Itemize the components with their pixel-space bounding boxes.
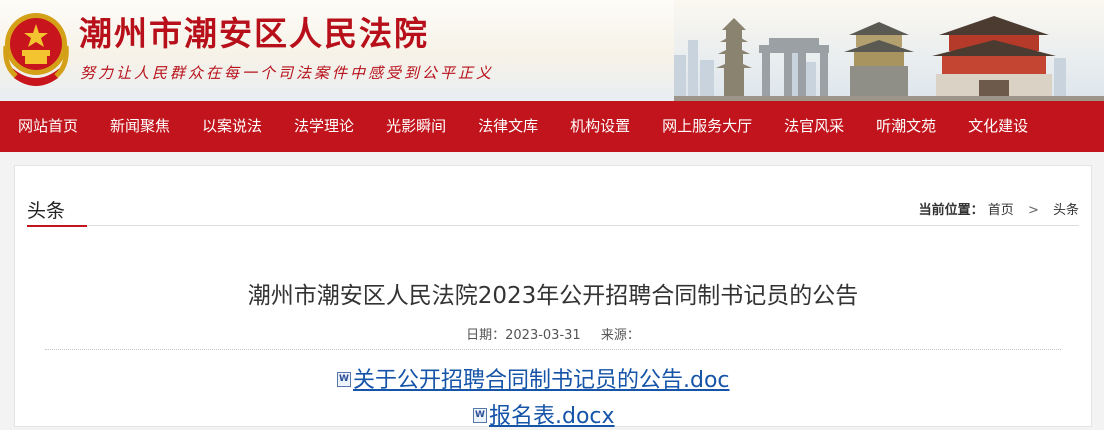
breadcrumb: 当前位置： 首页 > 头条 bbox=[919, 199, 1079, 218]
nav-item-culture[interactable]: 文化建设 bbox=[952, 101, 1044, 152]
nav-item-cases[interactable]: 以案说法 bbox=[186, 101, 278, 152]
nav-item-literature[interactable]: 听潮文苑 bbox=[860, 101, 952, 152]
word-doc-icon bbox=[473, 407, 487, 423]
word-doc-icon bbox=[337, 371, 351, 387]
site-banner: 潮州市潮安区人民法院 努力让人民群众在每一个司法案件中感受到公平正义 bbox=[0, 0, 1104, 101]
nav-item-online-services[interactable]: 网上服务大厅 bbox=[646, 101, 768, 152]
attachment-link-announcement[interactable]: 关于公开招聘合同制书记员的公告.doc bbox=[337, 362, 730, 394]
site-slogan: 努力让人民群众在每一个司法案件中感受到公平正义 bbox=[80, 64, 495, 82]
landmark-scenery-image bbox=[674, 0, 1104, 101]
site-title: 潮州市潮安区人民法院 bbox=[79, 14, 429, 53]
nav-item-legal-theory[interactable]: 法学理论 bbox=[278, 101, 370, 152]
meta-divider bbox=[45, 349, 1061, 350]
article-source: 来源： bbox=[600, 328, 640, 343]
section-title-underline bbox=[27, 225, 87, 227]
article-title: 潮州市潮安区人民法院2023年公开招聘合同制书记员的公告 bbox=[247, 283, 859, 309]
national-emblem-icon bbox=[3, 13, 69, 86]
nav-item-law-library[interactable]: 法律文库 bbox=[462, 101, 554, 152]
breadcrumb-label: 当前位置： bbox=[918, 203, 984, 218]
breadcrumb-home-link[interactable]: 首页 bbox=[988, 203, 1014, 218]
nav-item-home[interactable]: 网站首页 bbox=[0, 101, 94, 152]
breadcrumb-current-link[interactable]: 头条 bbox=[1053, 203, 1079, 218]
attachment-name: 关于公开招聘合同制书记员的公告.doc bbox=[353, 368, 730, 393]
attachment-link-registration-form[interactable]: 报名表.docx bbox=[473, 398, 615, 430]
breadcrumb-separator: > bbox=[1027, 203, 1039, 218]
section-title: 头条 bbox=[27, 200, 66, 222]
section-header: 头条 当前位置： 首页 > 头条 bbox=[27, 166, 1079, 227]
article-meta: 日期：2023-03-31 来源： bbox=[15, 324, 1091, 343]
main-content: 头条 当前位置： 首页 > 头条 潮州市潮安区人民法院2023年公开招聘合同制书… bbox=[0, 152, 1104, 429]
nav-item-judges[interactable]: 法官风采 bbox=[768, 101, 860, 152]
nav-item-news[interactable]: 新闻聚焦 bbox=[94, 101, 186, 152]
main-nav: 网站首页 新闻聚焦 以案说法 法学理论 光影瞬间 法律文库 机构设置 网上服务大… bbox=[0, 101, 1104, 152]
nav-item-gallery[interactable]: 光影瞬间 bbox=[370, 101, 462, 152]
nav-item-organization[interactable]: 机构设置 bbox=[554, 101, 646, 152]
attachment-name: 报名表.docx bbox=[489, 404, 615, 429]
article-date: 日期：2023-03-31 bbox=[466, 328, 581, 343]
article-panel: 头条 当前位置： 首页 > 头条 潮州市潮安区人民法院2023年公开招聘合同制书… bbox=[14, 165, 1092, 430]
